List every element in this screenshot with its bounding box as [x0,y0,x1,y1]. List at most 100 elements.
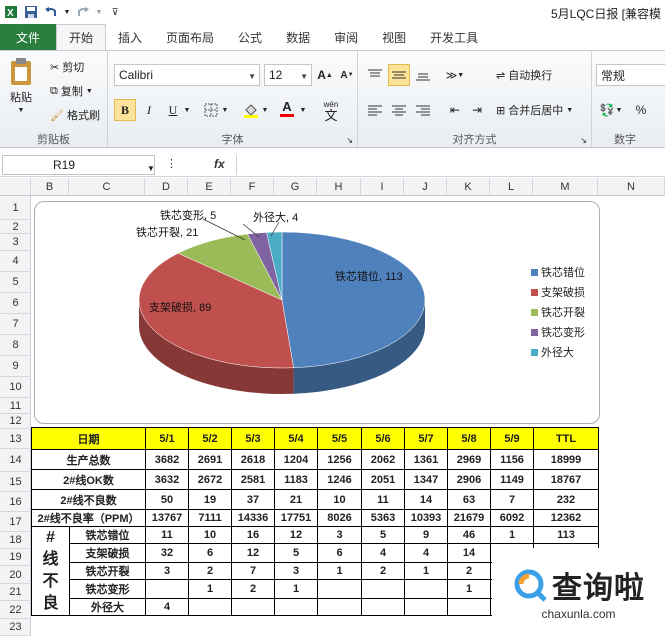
row-header[interactable]: 9 [0,356,31,377]
tab-page-layout[interactable]: 页面布局 [154,24,226,50]
decrease-indent-button[interactable]: ⇤ [444,99,466,121]
undo-dropdown-icon[interactable]: ▼ [64,5,71,19]
accounting-dropdown-icon[interactable]: ▼ [614,99,624,121]
table-cell[interactable]: 46 [447,525,491,545]
select-all-corner[interactable] [0,178,31,196]
table-cell[interactable]: 2 [188,561,232,581]
row-header[interactable]: 5 [0,272,31,293]
table-cell[interactable]: 2691 [188,449,232,470]
column-header[interactable]: C [69,178,145,196]
orientation-button[interactable]: ≫ ▼ [444,64,466,86]
copy-button[interactable]: ⧉ 复制 ▼ [50,83,93,99]
formula-input[interactable] [236,155,665,175]
borders-button[interactable] [200,99,222,121]
row-header[interactable]: 20 [0,566,31,584]
table-cell[interactable]: 1 [274,579,318,599]
row-header[interactable]: 13 [0,429,31,449]
column-header[interactable]: N [598,178,665,196]
underline-button[interactable]: U [162,99,184,121]
table-cell[interactable]: 2672 [188,469,232,490]
font-color-dropdown-icon[interactable]: ▼ [298,99,308,121]
table-cell[interactable]: 10 [317,489,362,510]
table-cell[interactable]: 1 [490,525,534,545]
table-header-cell[interactable]: 5/1 [145,427,189,450]
table-header-cell[interactable]: 5/9 [490,427,534,450]
table-cell[interactable]: 14336 [231,509,275,527]
alignment-dialog-launcher-icon[interactable]: ↘ [580,136,587,145]
table-cell[interactable]: 3632 [145,469,189,490]
table-cell[interactable]: 9 [404,525,448,545]
table-cell[interactable]: 2062 [361,449,405,470]
row-header[interactable]: 11 [0,398,31,414]
row-header[interactable]: 4 [0,251,31,272]
increase-indent-button[interactable]: ⇥ [466,99,488,121]
table-cell[interactable]: 1183 [274,469,318,490]
wrap-text-button[interactable]: ⇌ 自动换行 [496,67,552,83]
row-header[interactable]: 14 [0,449,31,472]
font-color-button[interactable]: A [276,97,298,119]
pie-chart[interactable]: 铁芯错位 支架破损 铁芯开裂 铁芯变形 外径大 铁芯错位, 113 支架破损, 89 铁芯开… [34,201,600,424]
table-cell[interactable]: 2581 [231,469,275,490]
table-cell[interactable] [145,579,189,599]
save-icon[interactable] [24,5,38,19]
table-header-cell[interactable]: 5/2 [188,427,232,450]
column-header[interactable]: D [145,178,188,196]
table-cell[interactable]: 2 [447,561,491,581]
table-cell[interactable]: 113 [533,525,599,545]
align-right-button[interactable] [412,99,434,121]
column-header[interactable]: L [490,178,533,196]
row-header[interactable]: 18 [0,532,31,549]
row-header[interactable]: 12 [0,414,31,429]
column-header[interactable]: F [231,178,274,196]
table-cell[interactable]: 1156 [490,449,534,470]
phonetic-button[interactable]: wén 文 [316,99,346,122]
tab-data[interactable]: 数据 [274,24,322,50]
table-cell[interactable]: 12 [231,543,275,563]
table-cell[interactable]: 11 [145,525,189,545]
table-cell[interactable]: 2 [361,561,405,581]
table-cell[interactable]: 16 [231,525,275,545]
table-cell[interactable] [361,579,405,599]
number-format-select[interactable]: 常规 [596,64,665,86]
column-header[interactable]: I [361,178,404,196]
tab-review[interactable]: 审阅 [322,24,370,50]
table-header-cell[interactable]: 5/8 [447,427,491,450]
table-cell[interactable] [361,597,405,617]
table-cell[interactable]: 232 [533,489,599,510]
table-cell[interactable]: 1361 [404,449,448,470]
tab-file[interactable]: 文件 [0,24,56,50]
redo-dropdown-icon[interactable]: ▼ [96,5,103,19]
table-cell[interactable] [447,597,491,617]
table-header-cell[interactable]: 5/5 [317,427,362,450]
underline-dropdown-icon[interactable]: ▼ [182,99,192,121]
table-cell[interactable]: 6 [317,543,362,563]
italic-button[interactable]: I [138,99,160,121]
tab-home[interactable]: 开始 [56,24,107,50]
align-top-button[interactable] [364,64,386,86]
column-header[interactable]: M [533,178,598,196]
row-header[interactable]: 22 [0,601,31,619]
table-header-cell[interactable]: 日期 [31,427,146,450]
tab-developer[interactable]: 开发工具 [418,24,490,50]
table-cell[interactable]: 37 [231,489,275,510]
table-header-cell[interactable]: 5/4 [274,427,318,450]
grow-font-button[interactable]: A ▲ [314,64,336,86]
table-cell[interactable]: 生产总数 [31,449,146,470]
table-cell[interactable]: 10393 [404,509,448,527]
fill-color-dropdown-icon[interactable]: ▼ [260,99,270,121]
row-header[interactable]: 8 [0,335,31,356]
table-cell[interactable]: 4 [145,597,189,617]
table-cell[interactable]: 3 [145,561,189,581]
column-header[interactable]: K [447,178,490,196]
row-header[interactable]: 1 [0,196,31,220]
merge-center-button[interactable]: ⊞ 合并后居中 ▼ [496,102,573,118]
table-cell[interactable]: 2618 [231,449,275,470]
font-size-select[interactable]: 12 ▼ [264,64,312,86]
table-cell[interactable]: 5 [361,525,405,545]
insert-function-icon[interactable]: fx [214,157,225,171]
table-cell[interactable]: 32 [145,543,189,563]
align-left-button[interactable] [364,99,386,121]
table-cell[interactable]: 10 [188,525,232,545]
table-cell[interactable]: 5 [274,543,318,563]
table-cell[interactable]: 3 [274,561,318,581]
